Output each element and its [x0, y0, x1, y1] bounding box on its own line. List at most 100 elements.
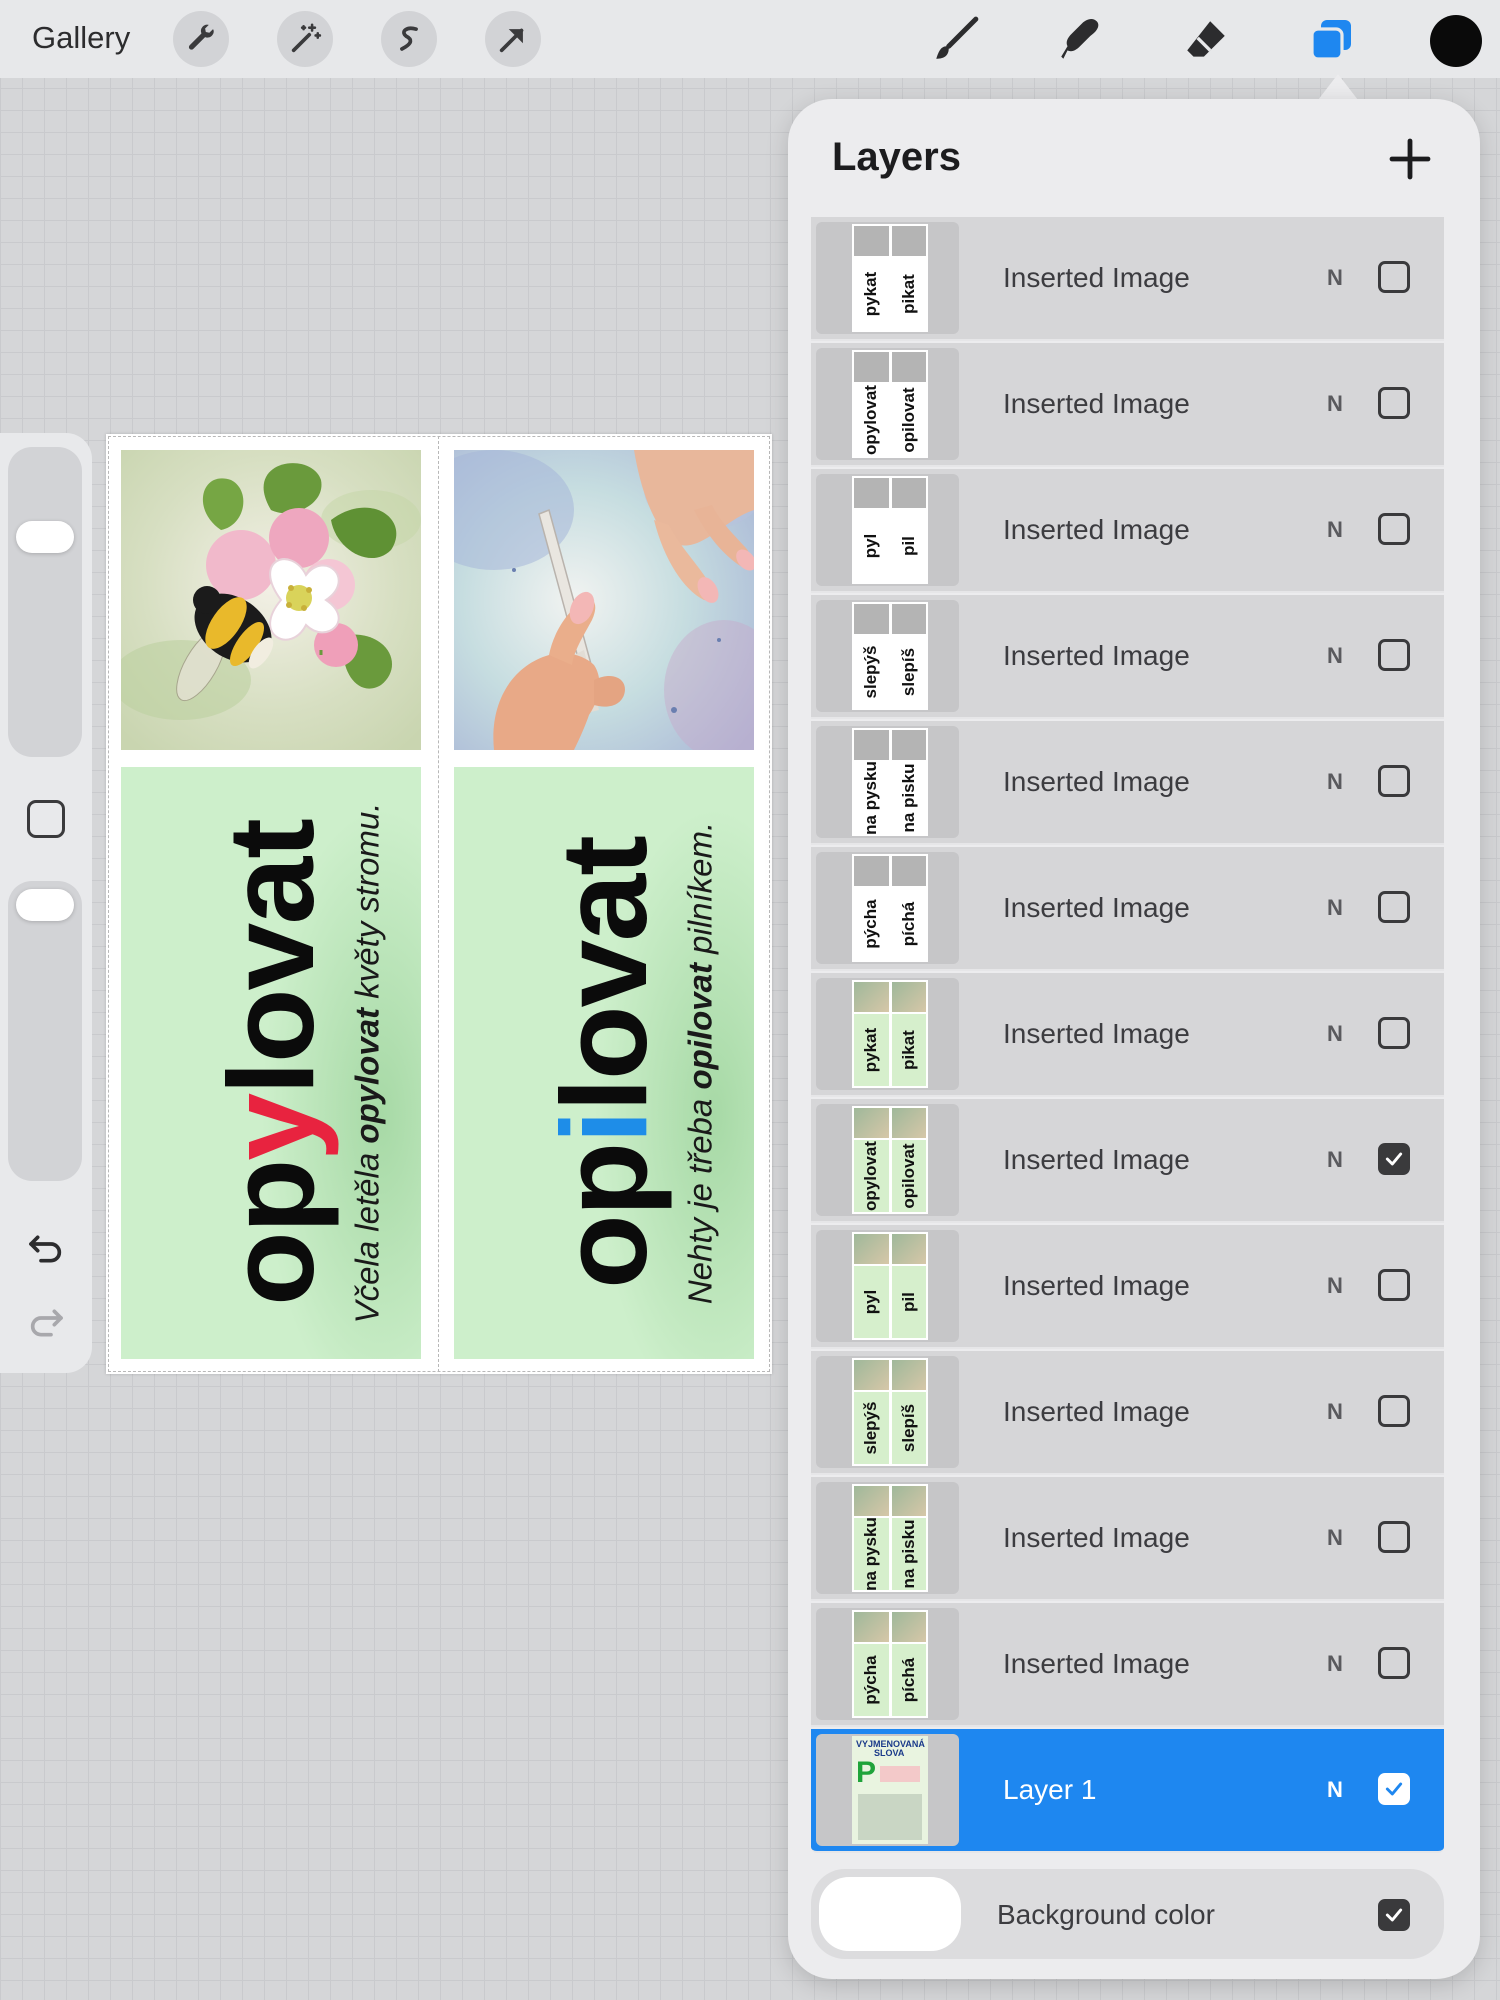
blend-mode-button[interactable]: N	[1327, 1147, 1343, 1173]
layer-row[interactable]: pykat pikat Inserted Image N	[811, 973, 1444, 1097]
layer-name[interactable]: Inserted Image	[1003, 766, 1190, 798]
layer-thumbnail[interactable]: pýcha píchá	[816, 852, 959, 964]
visibility-checkbox[interactable]	[1378, 261, 1410, 293]
layer-name[interactable]: Inserted Image	[1003, 1018, 1190, 1050]
layer-thumbnail[interactable]: pyl pil	[816, 1230, 959, 1342]
layer-thumbnail[interactable]: pykat pikat	[816, 222, 959, 334]
layer-name[interactable]: Inserted Image	[1003, 892, 1190, 924]
blend-mode-button[interactable]: N	[1327, 643, 1343, 669]
thumbnail-card: píchá	[891, 1612, 926, 1716]
layer-row-selected[interactable]: VYJMENOVANÁ SLOVA P Layer 1 N	[811, 1729, 1444, 1853]
visibility-checkbox[interactable]	[1378, 1647, 1410, 1679]
smudge-tool-button[interactable]	[1052, 12, 1108, 68]
blend-mode-button[interactable]: N	[1327, 265, 1343, 291]
brush-size-thumb[interactable]	[16, 520, 74, 553]
layer-name[interactable]: Inserted Image	[1003, 1648, 1190, 1680]
visibility-checkbox[interactable]	[1378, 387, 1410, 419]
blend-mode-button[interactable]: N	[1327, 1525, 1343, 1551]
visibility-checkbox[interactable]	[1378, 1773, 1410, 1805]
layer-thumbnail[interactable]: pykat pikat	[816, 978, 959, 1090]
layer-name[interactable]: Layer 1	[1003, 1774, 1096, 1806]
layer-thumbnail[interactable]: VYJMENOVANÁ SLOVA P	[816, 1734, 959, 1846]
gallery-button[interactable]: Gallery	[32, 20, 130, 56]
blend-mode-button[interactable]: N	[1327, 1399, 1343, 1425]
thumbnail-word: na pysku	[861, 762, 881, 834]
layer-row[interactable]: pýcha píchá Inserted Image N	[811, 847, 1444, 971]
visibility-checkbox[interactable]	[1378, 891, 1410, 923]
undo-button[interactable]	[22, 1229, 70, 1269]
thumbnail-word-box: pyl	[854, 510, 889, 582]
layer-name[interactable]: Inserted Image	[1003, 1522, 1190, 1554]
opacity-slider[interactable]	[8, 881, 82, 1181]
brush-tool-button[interactable]	[927, 12, 983, 68]
layer-row[interactable]: slepýš slepíš Inserted Image N	[811, 1351, 1444, 1475]
color-picker-button[interactable]	[1430, 15, 1482, 67]
arrow-cursor-icon	[499, 28, 524, 53]
visibility-checkbox[interactable]	[1378, 765, 1410, 797]
redo-button[interactable]	[22, 1303, 70, 1343]
layer-thumbnail[interactable]: na pysku na pisku	[816, 1482, 959, 1594]
visibility-checkbox[interactable]	[1378, 1143, 1410, 1175]
visibility-checkbox[interactable]	[1378, 513, 1410, 545]
visibility-checkbox[interactable]	[1378, 1899, 1410, 1931]
canvas-document[interactable]: opylovat Včela letěla opylovat květy str…	[106, 434, 772, 1374]
layer-row[interactable]: pykat pikat Inserted Image N	[811, 217, 1444, 341]
blend-mode-button[interactable]: N	[1327, 1021, 1343, 1047]
actions-button[interactable]	[173, 11, 229, 67]
blend-mode-button[interactable]: N	[1327, 895, 1343, 921]
layer-thumbnail[interactable]: opylovat opilovat	[816, 348, 959, 460]
adjustments-button[interactable]	[277, 11, 333, 67]
layer-thumbnail[interactable]: na pysku na pisku	[816, 726, 959, 838]
layer-row[interactable]: na pysku na pisku Inserted Image N	[811, 1477, 1444, 1601]
blend-mode-button[interactable]: N	[1327, 391, 1343, 417]
opacity-thumb[interactable]	[16, 889, 74, 921]
left-sidebar	[0, 433, 92, 1373]
thumbnail-picture	[891, 1234, 926, 1264]
layer-name[interactable]: Inserted Image	[1003, 514, 1190, 546]
thumbnail-picture	[891, 856, 926, 886]
layer-thumbnail[interactable]: pýcha píchá	[816, 1608, 959, 1720]
layer-name[interactable]: Inserted Image	[1003, 1144, 1190, 1176]
layer-row[interactable]: pýcha píchá Inserted Image N	[811, 1603, 1444, 1727]
undo-icon	[29, 1235, 62, 1263]
layer-thumbnail[interactable]: slepýš slepíš	[816, 600, 959, 712]
layer-row[interactable]: na pysku na pisku Inserted Image N	[811, 721, 1444, 845]
background-color-row[interactable]: Background color	[811, 1869, 1444, 1959]
layer-thumbnail[interactable]: pyl pil	[816, 474, 959, 586]
background-color-swatch[interactable]	[819, 1877, 961, 1951]
layer-row[interactable]: opylovat opilovat Inserted Image N	[811, 343, 1444, 467]
layers-tool-button[interactable]	[1303, 12, 1359, 68]
word-part: lovat	[536, 837, 672, 1112]
layer-row[interactable]: pyl pil Inserted Image N	[811, 1225, 1444, 1349]
layer-row[interactable]: opylovat opilovat Inserted Image N	[811, 1099, 1444, 1223]
layer-row[interactable]: slepýš slepíš Inserted Image N	[811, 595, 1444, 719]
visibility-checkbox[interactable]	[1378, 1521, 1410, 1553]
blend-mode-button[interactable]: N	[1327, 769, 1343, 795]
layer-name[interactable]: Inserted Image	[1003, 262, 1190, 294]
layer-thumbnail[interactable]: slepýš slepíš	[816, 1356, 959, 1468]
blend-mode-button[interactable]: N	[1327, 1777, 1343, 1803]
eraser-tool-button[interactable]	[1178, 12, 1234, 68]
blend-mode-button[interactable]: N	[1327, 1651, 1343, 1677]
poster-block	[858, 1794, 922, 1840]
selection-button[interactable]	[381, 11, 437, 67]
thumbnail-card: na pysku	[854, 730, 889, 834]
layer-name[interactable]: Inserted Image	[1003, 1270, 1190, 1302]
thumbnail-card: opilovat	[891, 352, 926, 456]
layer-name[interactable]: Inserted Image	[1003, 640, 1190, 672]
thumbnail-page: slepýš slepíš	[852, 1358, 928, 1466]
visibility-checkbox[interactable]	[1378, 1269, 1410, 1301]
blend-mode-button[interactable]: N	[1327, 517, 1343, 543]
add-layer-button[interactable]	[1386, 135, 1434, 183]
transform-button[interactable]	[485, 11, 541, 67]
layer-name[interactable]: Inserted Image	[1003, 1396, 1190, 1428]
visibility-checkbox[interactable]	[1378, 639, 1410, 671]
layer-thumbnail[interactable]: opylovat opilovat	[816, 1104, 959, 1216]
visibility-checkbox[interactable]	[1378, 1017, 1410, 1049]
brush-size-slider[interactable]	[8, 447, 82, 757]
modify-button[interactable]	[27, 800, 65, 838]
layer-row[interactable]: pyl pil Inserted Image N	[811, 469, 1444, 593]
blend-mode-button[interactable]: N	[1327, 1273, 1343, 1299]
visibility-checkbox[interactable]	[1378, 1395, 1410, 1427]
layer-name[interactable]: Inserted Image	[1003, 388, 1190, 420]
